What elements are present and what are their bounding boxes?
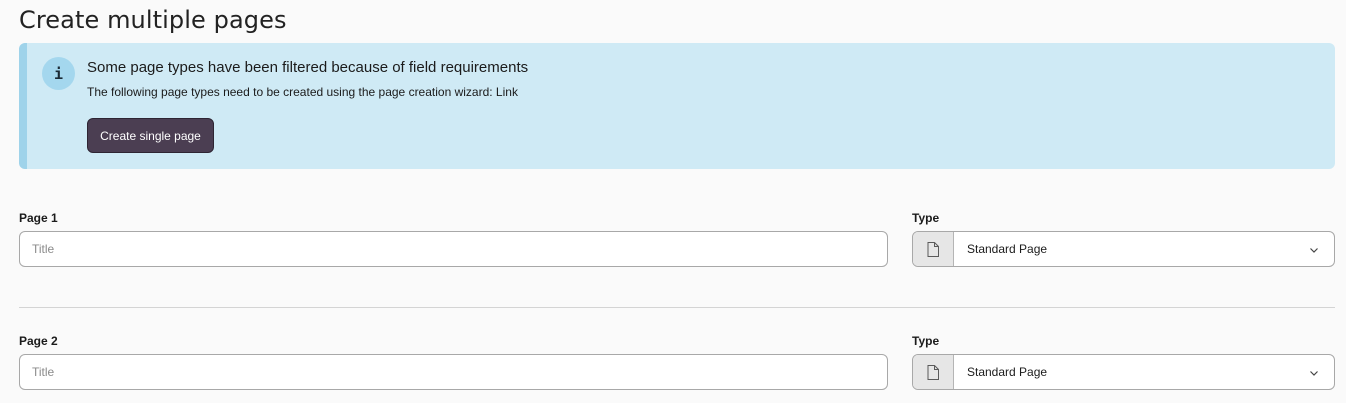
page-2-type-label: Type xyxy=(912,334,940,348)
page-1-title-input[interactable] xyxy=(19,231,888,267)
page-2-type-select[interactable]: Standard Page xyxy=(912,354,1335,390)
page-2-type-value: Standard Page xyxy=(967,365,1048,379)
page-1-type-value: Standard Page xyxy=(967,242,1048,256)
divider xyxy=(19,307,1335,308)
page-2-title-input[interactable] xyxy=(19,354,888,390)
page-title: Create multiple pages xyxy=(19,6,287,34)
document-icon xyxy=(913,232,954,266)
document-icon xyxy=(913,355,954,389)
page-1-type-label: Type xyxy=(912,211,940,225)
info-alert: i Some page types have been filtered bec… xyxy=(19,43,1335,169)
page-1-label: Page 1 xyxy=(19,211,58,225)
alert-text: The following page types need to be crea… xyxy=(87,85,518,99)
page-1-type-select[interactable]: Standard Page xyxy=(912,231,1335,267)
chevron-down-icon xyxy=(1310,371,1318,376)
chevron-down-icon xyxy=(1310,248,1318,253)
alert-heading: Some page types have been filtered becau… xyxy=(87,59,529,76)
create-single-page-button[interactable]: Create single page xyxy=(87,118,214,153)
page-2-label: Page 2 xyxy=(19,334,58,348)
info-icon: i xyxy=(42,57,75,90)
